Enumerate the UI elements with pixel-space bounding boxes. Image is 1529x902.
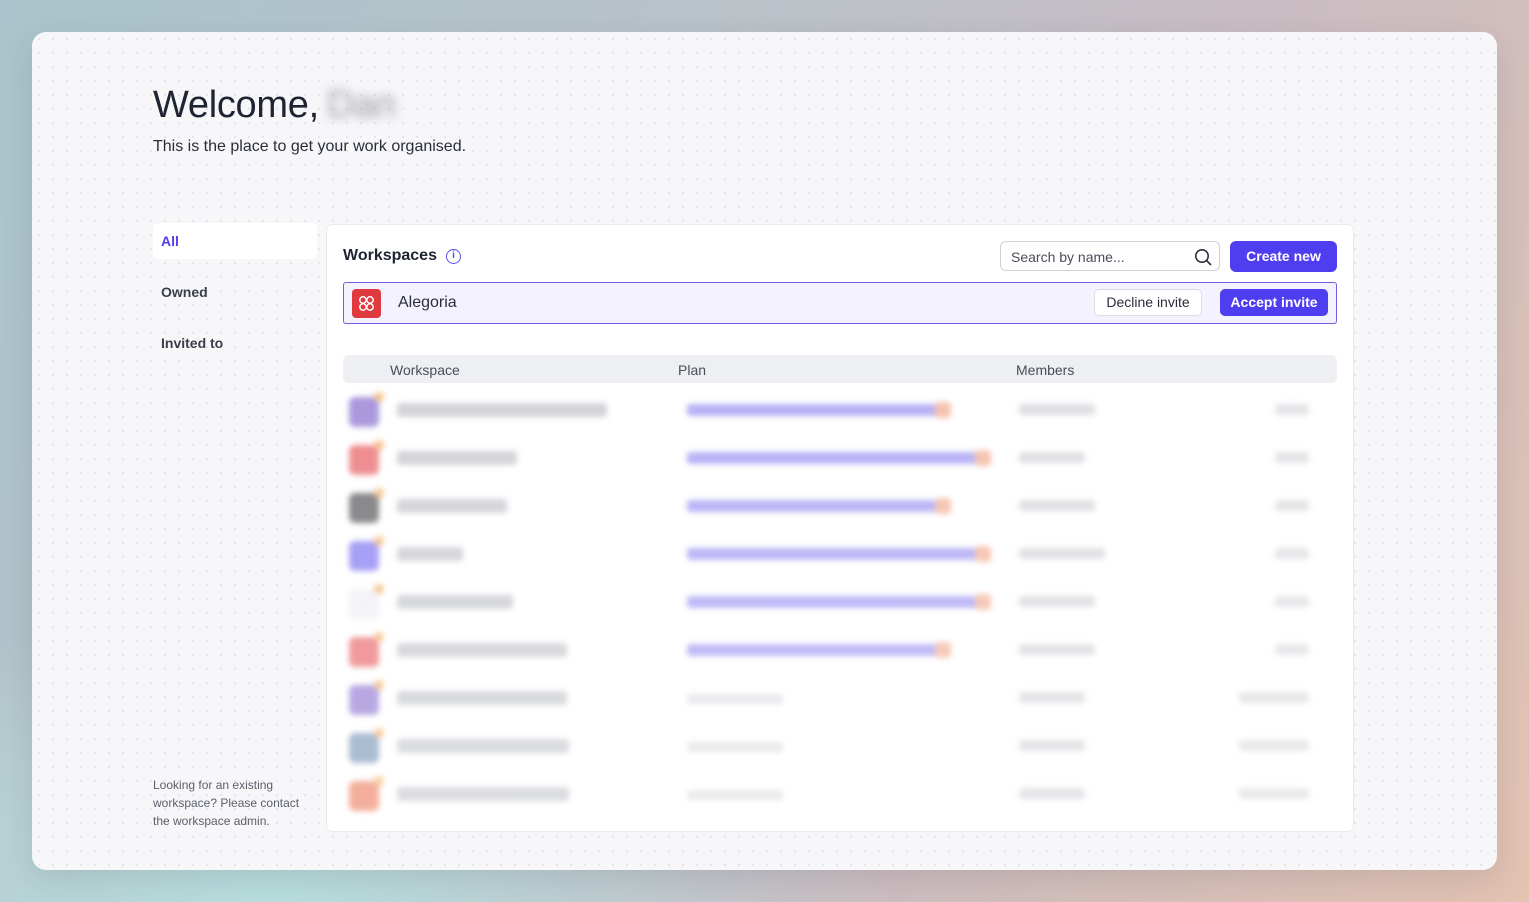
workspace-avatar [349,536,384,571]
plan-badge [687,790,783,800]
row-action [1275,500,1309,511]
plan-badge [687,498,951,514]
search-field[interactable] [1000,241,1220,271]
decline-invite-button[interactable]: Decline invite [1094,289,1202,316]
table-row[interactable] [343,772,1337,820]
welcome-greeting: Welcome, [153,84,319,126]
invite-row: Alegoria Decline invite Accept invite [343,282,1337,324]
help-note: Looking for an existing workspace? Pleas… [153,778,300,828]
workspace-name-redacted [397,499,507,513]
members-count [1019,692,1085,703]
workspace-name-redacted [397,451,517,465]
workspace-name-redacted [397,643,567,657]
workspace-avatar [349,680,384,715]
workspace-avatar [349,392,384,427]
plan-badge [687,402,951,418]
create-new-button[interactable]: Create new [1230,241,1337,272]
table-row[interactable] [343,580,1337,628]
workspaces-title: Workspaces i [343,247,461,265]
workspace-avatar [349,488,384,523]
row-action [1275,548,1309,559]
row-action [1275,404,1309,415]
workspace-avatar [349,584,384,619]
members-count [1019,788,1085,799]
workspace-name-redacted [397,595,513,609]
table-row[interactable] [343,724,1337,772]
sidebar-item-all[interactable]: All [153,223,317,259]
welcome-heading: Welcome, Dan [153,84,396,127]
row-action [1239,692,1309,703]
invite-workspace-name: Alegoria [398,294,457,311]
table-header: Workspace Plan Members [343,355,1337,383]
welcome-subtitle: This is the place to get your work organ… [153,138,467,155]
members-count [1019,500,1095,511]
accept-invite-button[interactable]: Accept invite [1220,289,1328,316]
sidebar-filter-nav: All Owned Invited to [153,223,317,376]
search-icon[interactable] [1194,248,1212,266]
table-row[interactable] [343,388,1337,436]
plan-badge [687,694,783,704]
workspace-name-redacted [397,787,569,801]
plan-badge [687,546,991,562]
welcome-username: Dan [326,84,396,126]
search-input[interactable] [1009,248,1193,266]
workspace-avatar [349,440,384,475]
atom-icon [359,296,374,311]
members-count [1019,740,1085,751]
app-window: Welcome, Dan This is the place to get you… [32,32,1497,870]
plan-badge [687,642,951,658]
sidebar-item-invited-to[interactable]: Invited to [153,325,317,361]
members-count [1019,596,1095,607]
members-count [1019,548,1105,559]
row-action [1239,788,1309,799]
table-row[interactable] [343,436,1337,484]
members-count [1019,452,1085,463]
plan-badge [687,450,991,466]
workspaces-title-label: Workspaces [343,247,437,264]
workspace-list-blurred [343,388,1337,820]
row-action [1239,740,1309,751]
workspace-name-redacted [397,691,567,705]
workspace-avatar [349,728,384,763]
info-icon[interactable]: i [445,248,461,264]
workspace-name-redacted [397,403,607,417]
workspace-name-redacted [397,547,463,561]
table-row[interactable] [343,532,1337,580]
table-row[interactable] [343,628,1337,676]
column-header-plan: Plan [678,362,707,378]
sidebar-item-owned[interactable]: Owned [153,274,317,310]
row-action [1275,452,1309,463]
column-header-members: Members [1016,362,1075,378]
table-row[interactable] [343,484,1337,532]
workspace-logo-icon [352,289,381,318]
column-header-workspace: Workspace [390,362,460,378]
members-count [1019,404,1095,415]
row-action [1275,596,1309,607]
workspaces-panel: Workspaces i Create new Alegoria Dec [326,224,1354,832]
workspace-avatar [349,776,384,811]
plan-badge [687,594,991,610]
table-row[interactable] [343,676,1337,724]
row-action [1275,644,1309,655]
workspace-name-redacted [397,739,569,753]
workspace-avatar [349,632,384,667]
plan-badge [687,742,783,752]
members-count [1019,644,1095,655]
